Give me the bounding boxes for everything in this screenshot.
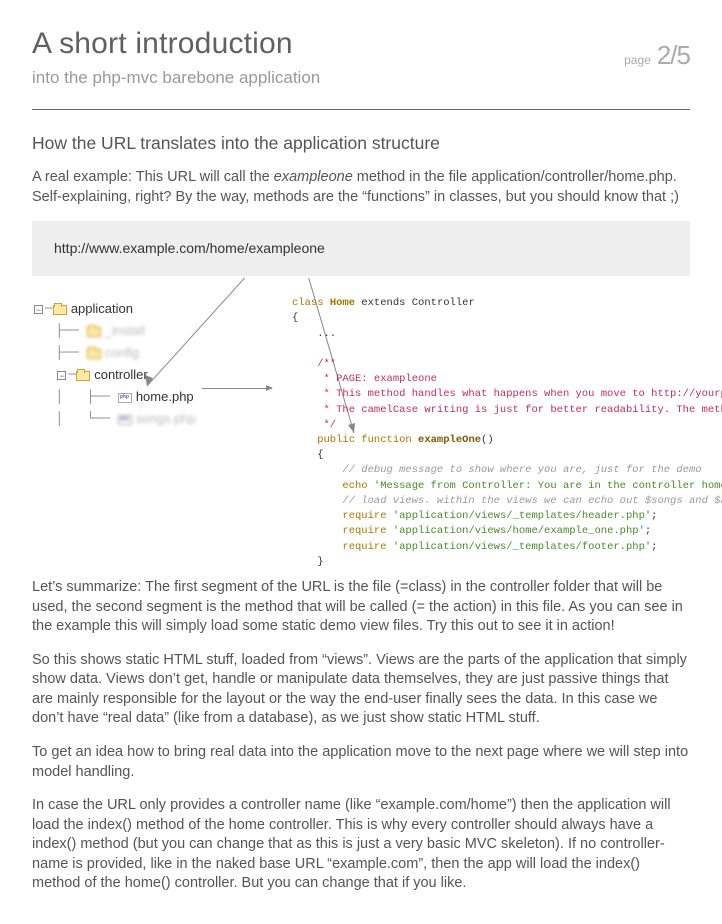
file-tree: − ─ application ├── _install ├── config … [32,298,196,430]
folder-icon [87,349,101,359]
paragraph-summarize: Let’s summarize: The first segment of th… [32,578,690,637]
folder-icon [53,305,67,315]
paragraph-views: So this shows static HTML stuff, loaded … [32,651,690,729]
code-snippet: class Home extends Controller { ... /** … [292,296,722,570]
paragraph-index: In case the URL only provides a controll… [32,796,690,894]
divider [32,109,690,110]
section-heading: How the URL translates into the applicat… [32,132,690,156]
folder-icon [87,327,101,337]
arrow-right-icon [202,388,272,389]
php-file-icon [118,415,132,425]
folder-icon [76,371,90,381]
url-structure-diagram: − ─ application ├── _install ├── config … [32,278,690,578]
page-header: A short introduction into the php-mvc ba… [32,24,690,101]
tree-folder-config: config [105,344,140,362]
tree-file-songs: songs.php [136,410,196,428]
intro-paragraph: A real example: This URL will call the e… [32,168,690,207]
php-file-icon [118,393,132,403]
tree-folder-application: application [71,300,133,318]
tree-file-home: home.php [136,388,194,406]
tree-folder-install: _install [105,322,145,340]
doc-title: A short introduction [32,24,690,65]
tree-toggle-icon: − [34,305,43,314]
page-indicator: page 2/5 [624,38,690,73]
tree-folder-controller: controller [94,366,147,384]
paragraph-nextpage: To get an idea how to bring real data in… [32,743,690,782]
doc-subtitle: into the php-mvc barebone application [32,67,690,90]
page-label: page [624,53,651,67]
example-url-box: http://www.example.com/home/exampleone [32,221,690,276]
tree-toggle-icon: − [57,371,66,380]
page-number: 2/5 [657,40,690,70]
example-url: http://www.example.com/home/exampleone [54,240,325,256]
